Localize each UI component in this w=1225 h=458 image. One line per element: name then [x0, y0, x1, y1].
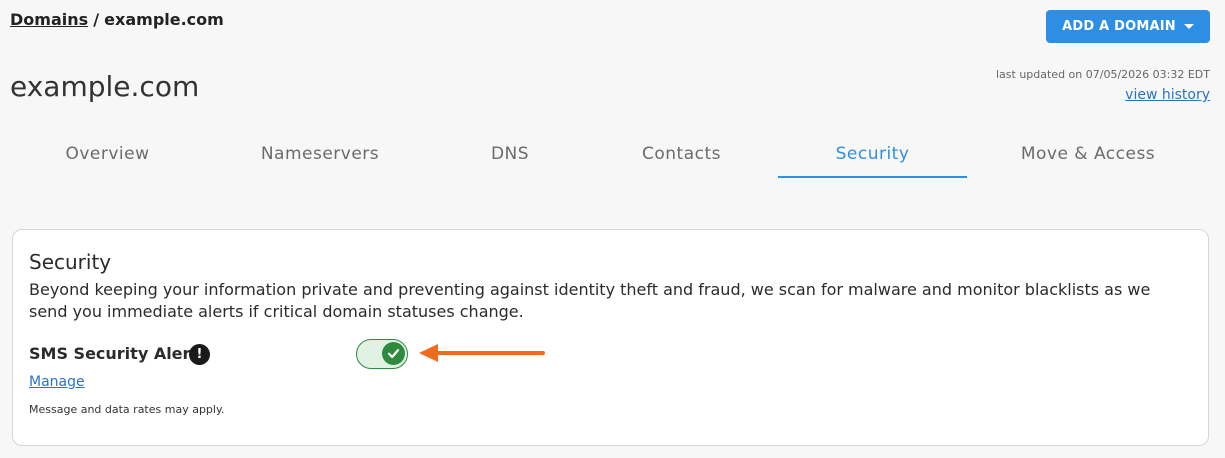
exclamation-circle-icon[interactable]: !	[189, 344, 210, 365]
tab-bar: Overview Nameservers DNS Contacts Securi…	[10, 138, 1210, 178]
tab-contacts[interactable]: Contacts	[585, 138, 778, 178]
tab-move-access[interactable]: Move & Access	[978, 138, 1198, 178]
last-updated-text: last updated on 07/05/2026 03:32 EDT	[995, 68, 1210, 81]
view-history-link[interactable]: view history	[1125, 87, 1210, 103]
breadcrumb-domains-link[interactable]: Domains	[10, 10, 88, 29]
rates-note: Message and data rates may apply.	[29, 403, 225, 416]
tab-nameservers[interactable]: Nameservers	[205, 138, 435, 178]
page: Domains / example.com ADD A DOMAIN examp…	[0, 0, 1225, 458]
security-title: Security	[29, 250, 112, 274]
page-title: example.com	[10, 70, 200, 103]
sms-alerts-toggle[interactable]	[356, 339, 408, 369]
tab-overview[interactable]: Overview	[10, 138, 205, 178]
breadcrumb: Domains / example.com	[10, 10, 224, 29]
checkmark-icon	[387, 349, 400, 359]
tab-security[interactable]: Security	[778, 138, 967, 178]
add-domain-button[interactable]: ADD A DOMAIN	[1046, 10, 1210, 43]
caret-down-icon	[1183, 24, 1194, 29]
security-description: Beyond keeping your information private …	[29, 280, 1151, 321]
arrow-left-icon	[419, 344, 545, 362]
add-domain-label: ADD A DOMAIN	[1062, 19, 1176, 34]
breadcrumb-separator: /	[93, 10, 100, 29]
breadcrumb-current: example.com	[104, 10, 224, 29]
sms-alerts-label: SMS Security Alerts	[29, 344, 208, 363]
tab-dns[interactable]: DNS	[435, 138, 585, 178]
security-card: Security Beyond keeping your information…	[12, 229, 1209, 446]
toggle-knob	[382, 342, 405, 365]
manage-link[interactable]: Manage	[29, 374, 85, 390]
